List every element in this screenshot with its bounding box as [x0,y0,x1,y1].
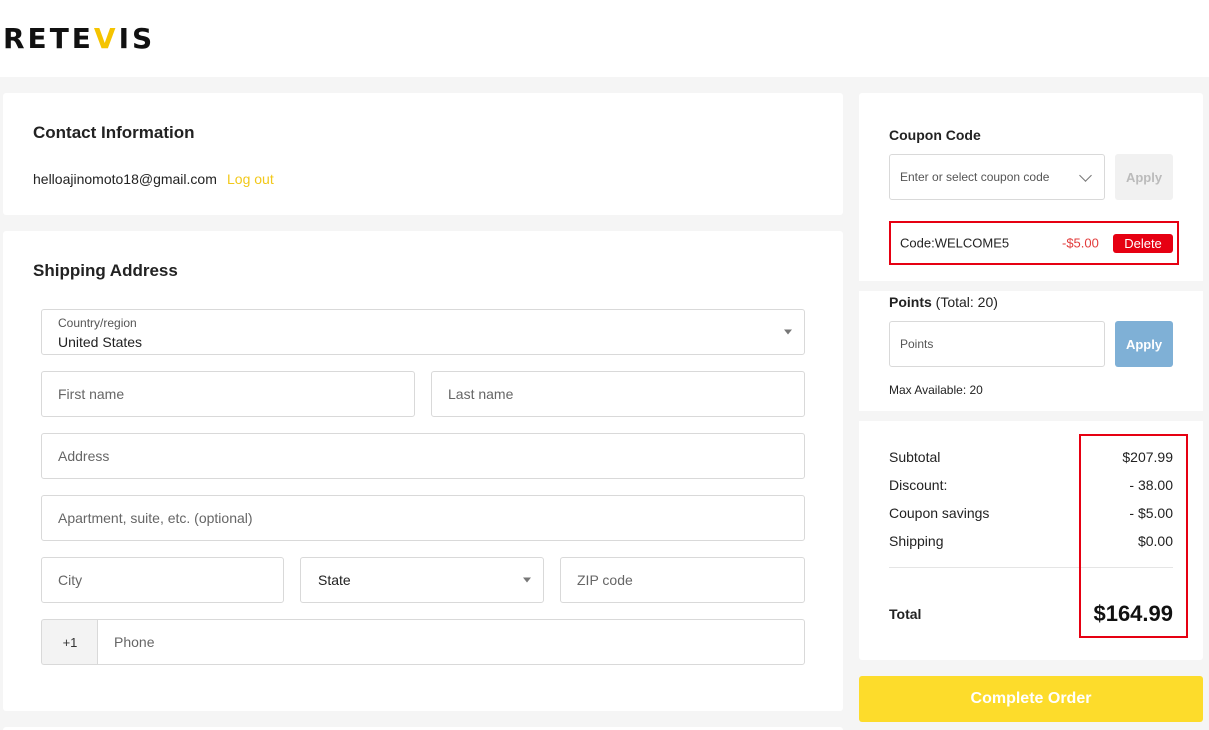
account-email: helloajinomoto18@gmail.com [33,171,217,187]
shipping-title: Shipping Address [33,261,178,280]
points-apply-button[interactable]: Apply [1115,321,1173,367]
first-name-field[interactable]: First name [41,371,415,417]
city-field[interactable]: City [41,557,284,603]
applied-coupon-code: Code:WELCOME5 [900,235,1010,251]
phone-country-prefix[interactable]: +1 [41,619,98,665]
section-divider [859,411,1203,421]
logout-link[interactable]: Log out [227,171,274,187]
applied-coupon: Code:WELCOME5 -$5.00 Delete [889,221,1179,265]
address-field[interactable]: Address [41,433,805,479]
coupon-code-select[interactable]: Enter or select coupon code [889,154,1105,200]
caret-down-icon [523,577,531,583]
state-select[interactable]: State [300,557,544,603]
coupon-apply-button[interactable]: Apply [1115,154,1173,200]
phone-field[interactable]: Phone [97,619,805,665]
country-label: Country/region [58,316,137,330]
points-input[interactable]: Points [889,321,1105,367]
total-label: Total [889,606,922,622]
order-summary-card: Coupon Code Enter or select coupon code … [859,93,1203,660]
delete-coupon-button[interactable]: Delete [1113,234,1173,253]
applied-coupon-amount: -$5.00 [1062,235,1099,251]
country-value: United States [58,334,143,350]
coupon-savings-label: Coupon savings [889,505,990,521]
header: RETEVIS [0,0,1209,77]
points-heading: Points (Total: 20) [889,294,998,310]
country-select[interactable]: Country/region United States [41,309,805,355]
contact-title: Contact Information [33,123,195,142]
shipping-address-card: Shipping Address Country/region United S… [3,231,843,711]
totals-highlight-box [1079,434,1188,638]
coupon-title: Coupon Code [889,127,981,143]
contact-information-card: Contact Information helloajinomoto18@gma… [3,93,843,215]
complete-order-button[interactable]: Complete Order [859,676,1203,722]
apartment-field[interactable]: Apartment, suite, etc. (optional) [41,495,805,541]
zip-code-field[interactable]: ZIP code [560,557,805,603]
retevis-logo[interactable]: RETEVIS [3,22,155,55]
shipping-label: Shipping [889,533,944,549]
points-max-available: Max Available: 20 [889,383,983,397]
caret-down-icon [784,329,792,335]
chevron-down-icon [1079,169,1092,182]
discount-label: Discount: [889,477,948,493]
section-divider [859,281,1203,291]
last-name-field[interactable]: Last name [431,371,805,417]
subtotal-label: Subtotal [889,449,941,465]
